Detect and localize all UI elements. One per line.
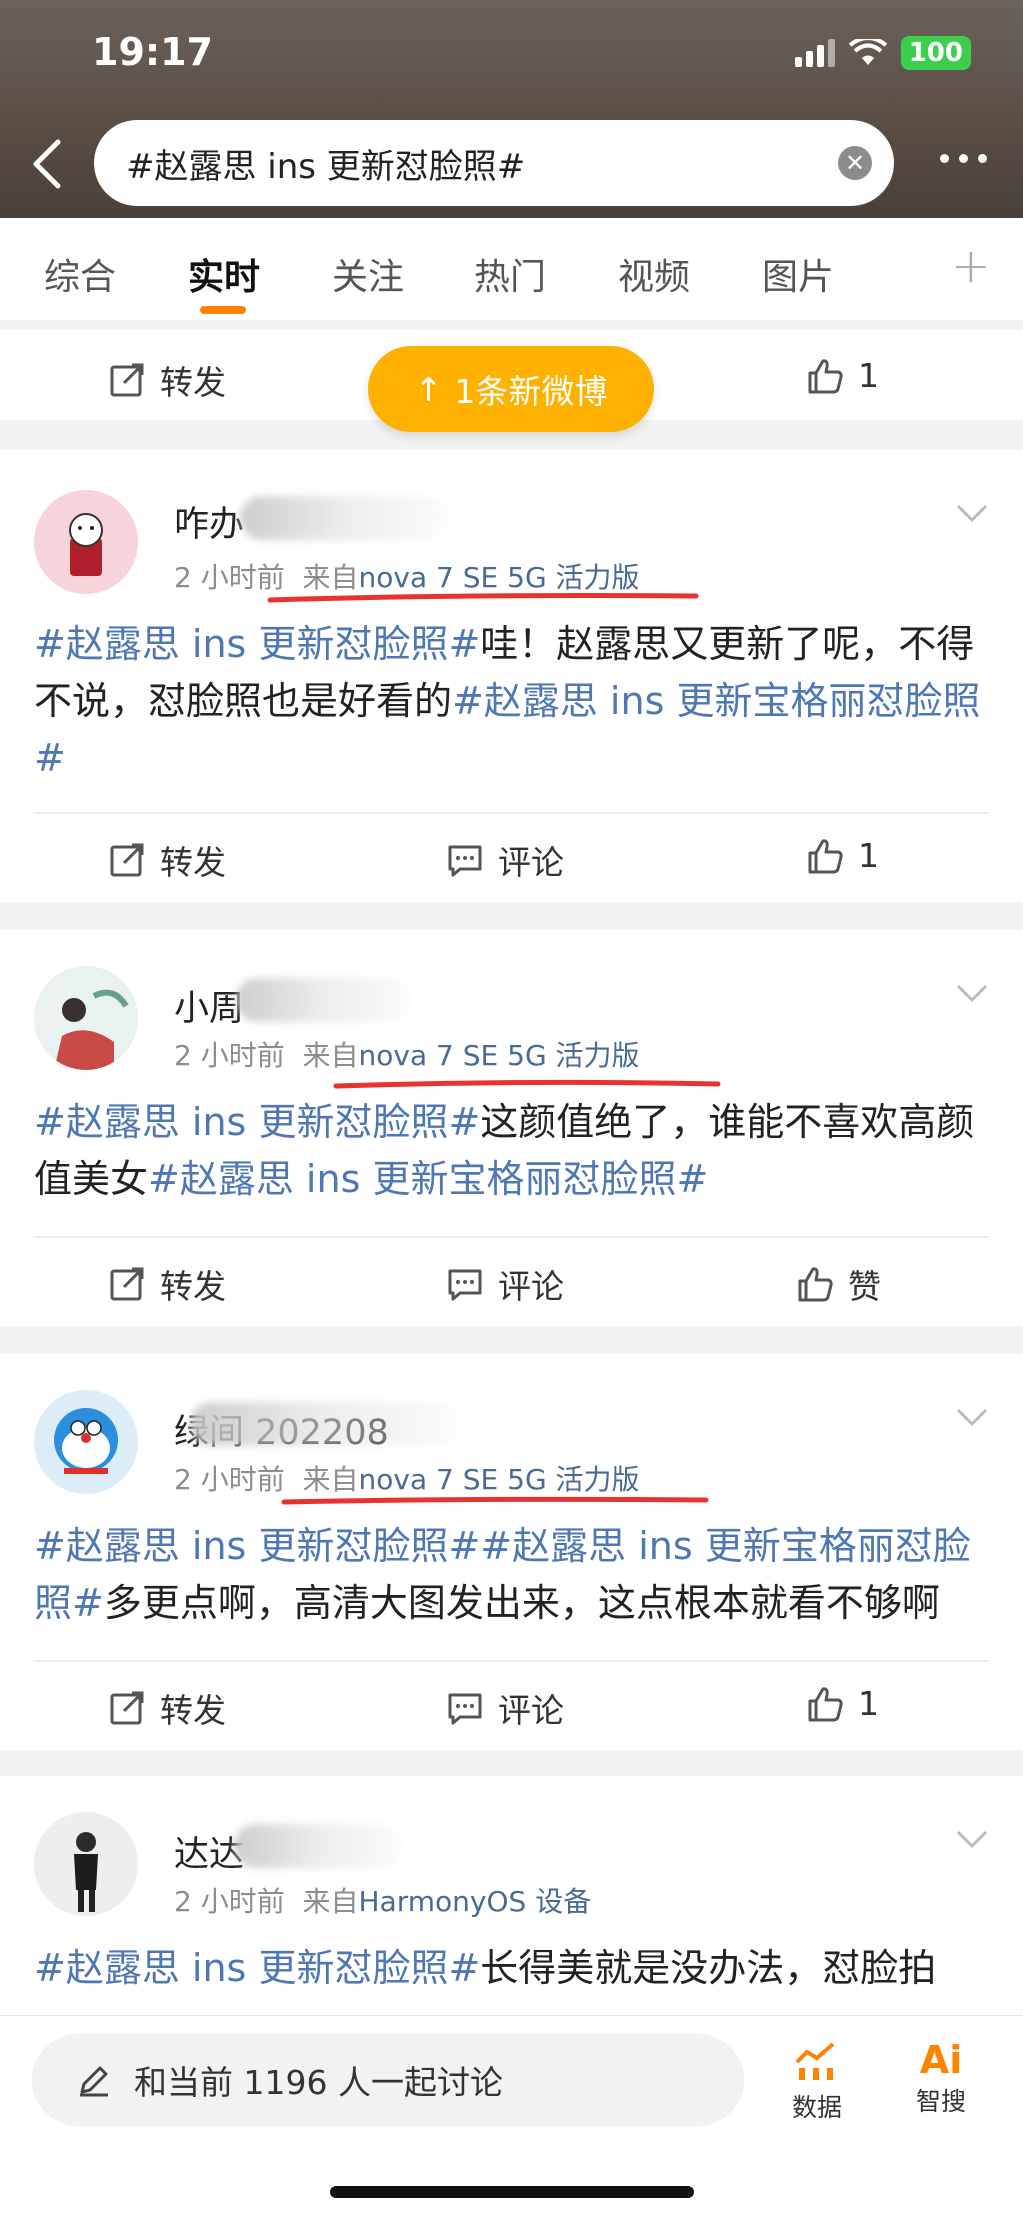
repost-icon: [110, 363, 144, 397]
new-weibo-button[interactable]: ↑ 1条新微博: [368, 346, 654, 432]
avatar[interactable]: [34, 1390, 138, 1494]
chevron-down-icon[interactable]: [955, 982, 989, 1004]
post-card[interactable]: 小周 2 小时前 来自nova 7 SE 5G 活力版 #赵露思 ins 更新怼…: [0, 930, 1023, 1326]
source-device: nova 7 SE 5G 活力版: [358, 1039, 640, 1072]
pencil-icon: [80, 2066, 108, 2097]
username[interactable]: 咋办: [174, 496, 244, 547]
wifi-icon: [848, 39, 887, 65]
data-button[interactable]: 数据: [772, 2038, 862, 2124]
search-input[interactable]: #赵露思 ins 更新怼脸照# ✕: [94, 120, 894, 206]
thumbs-up-icon: [808, 1686, 843, 1721]
tab-comprehensive[interactable]: 综合: [44, 248, 116, 300]
blurred-name: [234, 1824, 404, 1868]
comment-icon: [448, 1269, 482, 1301]
chevron-down-icon[interactable]: [955, 1828, 989, 1850]
avatar[interactable]: [34, 1812, 138, 1916]
ai-search-button[interactable]: Ai 智搜: [896, 2038, 986, 2118]
post-meta: 2 小时前 来自HarmonyOS 设备: [174, 1885, 592, 1918]
repost-icon: [110, 1691, 144, 1725]
battery-indicator: 100: [900, 36, 971, 70]
repost-button[interactable]: 转发: [108, 1260, 226, 1308]
repost-icon: [110, 843, 144, 877]
hashtag-link[interactable]: #赵露思 ins 更新怼脸照#: [34, 622, 480, 666]
blurred-name: [236, 978, 414, 1022]
post-text: #赵露思 ins 更新怼脸照##赵露思 ins 更新宝格丽怼脸照#多更点啊，高清…: [34, 1524, 971, 1625]
repost-button[interactable]: 转发: [108, 836, 226, 884]
status-icons: 100: [794, 36, 971, 70]
post-card[interactable]: 达达 2 小时前 来自HarmonyOS 设备 #赵露思 ins 更新怼脸照#长…: [0, 1776, 1023, 2016]
like-button[interactable]: 1: [806, 1684, 879, 1723]
post-actions: 转发 评论 1: [0, 814, 1023, 902]
clear-search-icon[interactable]: ✕: [838, 146, 872, 180]
like-button[interactable]: 1: [806, 356, 879, 395]
search-query: #赵露思 ins 更新怼脸照#: [126, 146, 526, 187]
username[interactable]: 达达: [174, 1826, 244, 1877]
comment-button[interactable]: 评论: [446, 836, 564, 884]
red-underline-annotation: [333, 1079, 721, 1089]
back-arrow-icon[interactable]: [24, 134, 70, 194]
red-underline-annotation: [281, 1496, 709, 1505]
bottom-bar: 和当前 1196 人一起讨论 数据 Ai 智搜: [0, 2015, 1023, 2215]
cellular-signal-icon: [794, 39, 835, 67]
add-tab-icon[interactable]: +: [951, 238, 991, 294]
like-button[interactable]: 赞: [796, 1260, 881, 1308]
thumbs-up-icon: [808, 358, 843, 393]
hashtag-link[interactable]: #赵露思 ins 更新怼脸照#: [34, 1946, 480, 1990]
post-text: #赵露思 ins 更新怼脸照#长得美就是没办法，怼脸拍: [34, 1946, 937, 1990]
avatar[interactable]: [34, 966, 138, 1070]
thumbs-up-icon: [798, 1267, 833, 1302]
chevron-down-icon[interactable]: [955, 502, 989, 524]
tab-following[interactable]: 关注: [332, 248, 404, 300]
repost-button[interactable]: 转发: [108, 1684, 226, 1732]
post-actions: 转发 评论 1: [0, 1662, 1023, 1750]
comment-icon: [448, 845, 482, 877]
like-button[interactable]: 1: [806, 836, 879, 875]
status-time: 19:17: [92, 30, 213, 74]
repost-button[interactable]: 转发: [108, 356, 226, 404]
arrow-up-icon: ↑: [414, 369, 443, 409]
comment-icon: [448, 1693, 482, 1725]
post-meta: 2 小时前 来自nova 7 SE 5G 活力版: [174, 1463, 640, 1496]
post-card[interactable]: 绿间 202208 2 小时前 来自nova 7 SE 5G 活力版 #赵露思 …: [0, 1354, 1023, 1750]
compose-input[interactable]: 和当前 1196 人一起讨论: [32, 2034, 744, 2126]
post-text: #赵露思 ins 更新怼脸照#这颜值绝了，谁能不喜欢高颜值美女#赵露思 ins …: [34, 1100, 975, 1201]
blurred-name: [240, 496, 450, 540]
tab-realtime[interactable]: 实时: [188, 248, 260, 300]
tab-video[interactable]: 视频: [618, 248, 690, 300]
source-device: nova 7 SE 5G 活力版: [358, 1463, 640, 1496]
tab-hot[interactable]: 热门: [474, 248, 546, 300]
repost-icon: [110, 1267, 144, 1301]
thumbs-up-icon: [808, 838, 843, 873]
post-card[interactable]: 咋办 2 小时前 来自nova 7 SE 5G 活力版 #赵露思 ins 更新怼…: [0, 450, 1023, 902]
post-text: #赵露思 ins 更新怼脸照#哇！赵露思又更新了呢，不得不说，怼脸照也是好看的#…: [34, 622, 981, 780]
ai-icon: Ai: [919, 2038, 963, 2082]
tab-bar: 综合 实时 关注 热门 视频 图片 +: [0, 218, 1023, 320]
tab-images[interactable]: 图片: [762, 248, 834, 300]
post-actions: 转发 评论 赞: [0, 1238, 1023, 1326]
avatar[interactable]: [34, 490, 138, 594]
comment-button[interactable]: 评论: [446, 1260, 564, 1308]
header: 19:17 100 #赵露思 ins 更新怼脸照# ✕: [0, 0, 1023, 218]
chevron-down-icon[interactable]: [955, 1406, 989, 1428]
blurred-name: [190, 1402, 460, 1446]
active-tab-indicator: [200, 306, 246, 314]
hashtag-link[interactable]: #赵露思 ins 更新怼脸照#: [34, 1100, 480, 1144]
red-underline-annotation: [267, 593, 699, 603]
comment-button[interactable]: 评论: [446, 1684, 564, 1732]
hashtag-link[interactable]: #赵露思 ins 更新宝格丽怼脸照#: [148, 1157, 708, 1201]
username[interactable]: 小周: [174, 980, 244, 1031]
bar-chart-icon: [795, 2042, 835, 2080]
post-meta: 2 小时前 来自nova 7 SE 5G 活力版: [174, 1039, 640, 1072]
more-options-icon[interactable]: [940, 154, 987, 163]
source-device: HarmonyOS 设备: [358, 1885, 592, 1918]
home-indicator: [330, 2186, 694, 2198]
